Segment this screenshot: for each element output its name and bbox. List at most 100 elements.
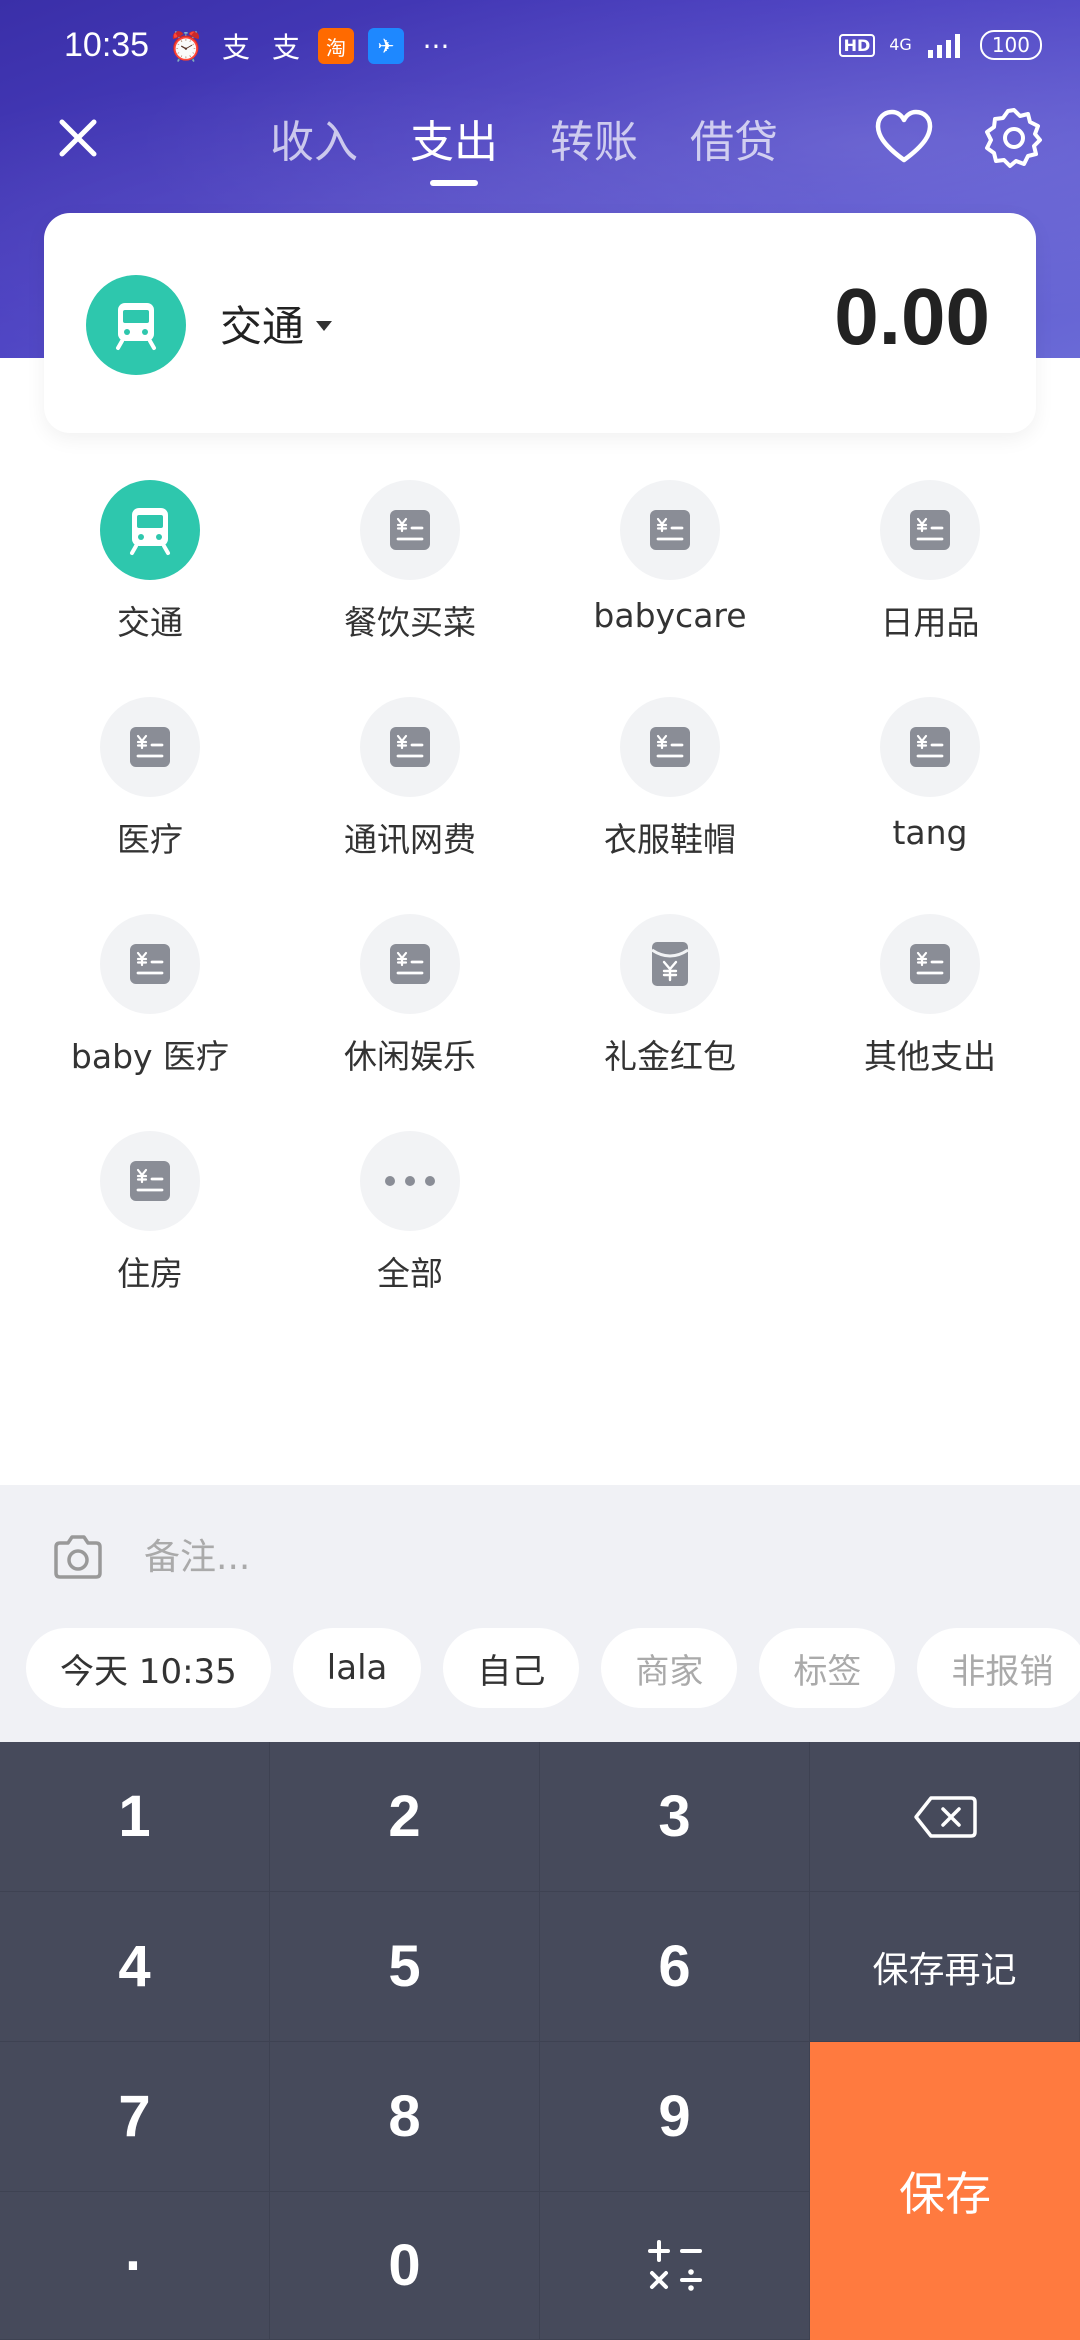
category-item[interactable]: 日用品 — [800, 480, 1060, 660]
key-8[interactable]: 8 — [270, 2042, 540, 2192]
ledger-icon — [130, 727, 170, 767]
note-area: 今天 10:35 lala 自己 商家 标签 非报销 — [0, 1485, 1080, 1742]
selected-category-icon[interactable] — [86, 275, 186, 375]
backspace-icon — [913, 1795, 977, 1838]
key-6[interactable]: 6 — [540, 1892, 810, 2042]
ledger-icon — [910, 944, 950, 984]
category-item[interactable]: 礼金红包 — [540, 914, 800, 1094]
red-packet-icon — [651, 942, 689, 986]
key-5[interactable]: 5 — [270, 1892, 540, 2042]
category-label: 衣服鞋帽 — [604, 820, 736, 859]
chip-row: 今天 10:35 lala 自己 商家 标签 非报销 — [26, 1628, 1080, 1708]
category-icon-red-packet-icon — [620, 914, 720, 1014]
category-label: 餐饮买菜 — [344, 603, 476, 642]
category-icon-ledger-icon — [100, 697, 200, 797]
status-bar: 10:35 ⏰ 支 支 淘 ✈ ··· HD 4G 100 — [0, 0, 1080, 95]
category-label: 医疗 — [117, 820, 183, 859]
tab-expense[interactable]: 支出 — [410, 106, 498, 176]
key-1[interactable]: 1 — [0, 1742, 270, 1892]
category-icon-ledger-icon — [620, 697, 720, 797]
category-label: 休闲娱乐 — [344, 1037, 476, 1076]
operators-icon — [647, 2239, 702, 2291]
key-2[interactable]: 2 — [270, 1742, 540, 1892]
note-input[interactable] — [144, 1527, 944, 1587]
camera-icon[interactable] — [50, 1529, 106, 1585]
tab-loan[interactable]: 借贷 — [690, 106, 778, 176]
category-selector[interactable]: 交通 — [220, 293, 333, 354]
category-icon-ledger-icon — [360, 480, 460, 580]
key-dot[interactable]: · — [0, 2192, 270, 2340]
category-icon-ledger-icon — [880, 697, 980, 797]
close-icon[interactable] — [50, 110, 106, 166]
category-icon-bus-icon — [100, 480, 200, 580]
bus-icon — [116, 303, 156, 350]
category-label: 日用品 — [880, 603, 980, 642]
key-9[interactable]: 9 — [540, 2042, 810, 2192]
taobao-icon: 淘 — [318, 28, 354, 64]
notification-icons: ⏰ 支 支 淘 ✈ ··· — [168, 28, 454, 64]
save-button[interactable]: 保存 — [810, 2042, 1080, 2340]
chip-merchant[interactable]: 商家 — [601, 1628, 738, 1708]
chip-date[interactable]: 今天 10:35 — [26, 1628, 271, 1708]
gear-icon[interactable] — [982, 106, 1046, 170]
hd-badge: HD — [838, 33, 876, 57]
backspace-key[interactable] — [810, 1742, 1080, 1892]
category-label: 住房 — [117, 1254, 183, 1293]
save-and-continue-button[interactable]: 保存再记 — [810, 1892, 1080, 2042]
heart-icon[interactable] — [872, 106, 936, 170]
alipay-icon-2: 支 — [271, 31, 300, 64]
ledger-icon — [910, 510, 950, 550]
category-icon-ledger-icon — [100, 914, 200, 1014]
battery-indicator: 100 — [979, 30, 1042, 60]
category-label: tang — [892, 813, 968, 852]
category-label: 通讯网费 — [344, 820, 476, 859]
amount-card: 交通 0.00 — [44, 213, 1036, 433]
bus-icon — [130, 508, 170, 555]
category-label: 其他支出 — [864, 1037, 996, 1076]
category-label: baby 医疗 — [70, 1037, 230, 1076]
category-item[interactable]: 住房 — [20, 1131, 280, 1311]
category-label: babycare — [593, 596, 747, 635]
tab-transfer[interactable]: 转账 — [550, 106, 638, 176]
category-icon-ledger-icon — [620, 480, 720, 580]
status-right: HD 4G 100 — [838, 30, 1042, 60]
chip-member[interactable]: 自己 — [443, 1628, 580, 1708]
more-icon — [385, 1176, 435, 1186]
caret-down-icon — [316, 320, 333, 331]
category-item[interactable]: 交通 — [20, 480, 280, 660]
key-7[interactable]: 7 — [0, 2042, 270, 2192]
category-icon-ledger-icon — [100, 1131, 200, 1231]
numeric-keypad: 1 2 3 4 5 6 保存再记 7 8 9 保存 · 0 — [0, 1742, 1080, 2340]
ledger-icon — [390, 727, 430, 767]
chip-reimburse[interactable]: 非报销 — [917, 1628, 1080, 1708]
key-3[interactable]: 3 — [540, 1742, 810, 1892]
signal-icon — [927, 34, 960, 58]
category-item[interactable]: 休闲娱乐 — [280, 914, 540, 1094]
ledger-icon — [390, 944, 430, 984]
network-label: 4G — [889, 35, 912, 54]
amount-display: 0.00 — [834, 272, 990, 361]
operators-key[interactable] — [540, 2192, 810, 2340]
category-icon-more-icon — [360, 1131, 460, 1231]
category-icon-ledger-icon — [880, 914, 980, 1014]
category-item[interactable]: 餐饮买菜 — [280, 480, 540, 660]
category-item[interactable]: 全部 — [280, 1131, 540, 1311]
feishu-icon: ✈ — [368, 28, 404, 64]
category-item[interactable]: 医疗 — [20, 697, 280, 877]
type-tabs: 收入 支出 转账 借贷 — [270, 106, 778, 176]
ledger-icon — [130, 944, 170, 984]
key-0[interactable]: 0 — [270, 2192, 540, 2340]
tab-income[interactable]: 收入 — [270, 106, 358, 176]
chip-account[interactable]: lala — [292, 1628, 422, 1708]
ledger-icon — [910, 727, 950, 767]
category-item[interactable]: baby 医疗 — [20, 914, 280, 1094]
key-4[interactable]: 4 — [0, 1892, 270, 2042]
category-item[interactable]: 通讯网费 — [280, 697, 540, 877]
category-item[interactable]: tang — [800, 697, 1060, 877]
category-item[interactable]: babycare — [540, 480, 800, 660]
category-label: 交通 — [117, 603, 183, 642]
chip-tag[interactable]: 标签 — [759, 1628, 896, 1708]
ledger-icon — [650, 727, 690, 767]
category-item[interactable]: 其他支出 — [800, 914, 1060, 1094]
category-item[interactable]: 衣服鞋帽 — [540, 697, 800, 877]
